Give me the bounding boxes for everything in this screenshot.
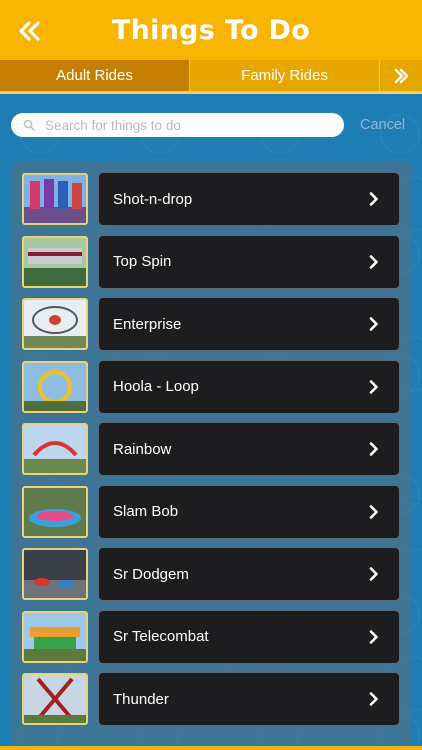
list-item: Top Spin: [22, 234, 400, 289]
ride-thumbnail: [22, 610, 88, 663]
ride-item-button[interactable]: Thunder: [98, 672, 400, 726]
tab-family-rides[interactable]: Family Rides: [190, 60, 380, 91]
ride-item-button[interactable]: Shot-n-drop: [98, 172, 400, 226]
back-button[interactable]: [14, 16, 44, 46]
ride-item-button[interactable]: Rainbow: [98, 422, 400, 476]
ride-item-button[interactable]: Top Spin: [98, 234, 400, 289]
list-item: Sr Dodgem: [22, 547, 400, 601]
list-item: Rainbow: [22, 422, 400, 476]
ride-item-button[interactable]: Slam Bob: [98, 484, 400, 539]
tab-adult-rides[interactable]: Adult Rides: [0, 60, 190, 91]
ride-thumbnail: [22, 485, 88, 538]
chevron-right-icon: [363, 317, 385, 331]
page-title: Things To Do: [111, 14, 311, 46]
cancel-button[interactable]: Cancel: [360, 117, 405, 133]
ride-thumbnail: [22, 235, 88, 288]
ride-item-label: Hoola - Loop: [113, 378, 199, 395]
ride-thumbnail: [22, 673, 88, 725]
tab-bar: Adult Rides Family Rides: [0, 60, 422, 91]
bottom-strip: [0, 746, 422, 750]
double-chevron-left-icon: [19, 21, 40, 41]
search-field[interactable]: [11, 113, 344, 137]
chevron-right-icon: [363, 629, 385, 644]
ride-item-label: Slam Bob: [113, 503, 179, 520]
ride-item-label: Enterprise: [113, 315, 182, 333]
ride-item-button[interactable]: Hoola - Loop: [98, 359, 400, 414]
chevron-right-icon: [363, 567, 385, 581]
ride-item-button[interactable]: Enterprise: [98, 297, 400, 351]
header-bar: Things To Do: [0, 0, 422, 60]
chevron-right-icon: [363, 254, 385, 269]
ride-item-label: Sr Dodgem: [113, 565, 189, 583]
ride-thumbnail: [22, 173, 88, 225]
chevron-right-icon: [363, 379, 385, 394]
list-item: Thunder: [22, 672, 400, 726]
search-bar: Cancel: [11, 113, 411, 137]
list-item: Hoola - Loop: [22, 359, 400, 414]
list-item: Sr Telecombat: [22, 609, 400, 664]
tabs-next-button[interactable]: [380, 60, 422, 91]
chevron-right-icon: [363, 442, 385, 456]
list-item: Shot-n-drop: [22, 172, 400, 226]
ride-thumbnail: [22, 360, 88, 413]
chevron-right-icon: [363, 504, 385, 519]
ride-thumbnail: [22, 298, 88, 350]
ride-thumbnail: [22, 423, 88, 475]
ride-item-label: Sr Telecombat: [113, 628, 209, 645]
ride-item-button[interactable]: Sr Telecombat: [98, 609, 400, 664]
search-input[interactable]: [45, 117, 344, 133]
ride-item-label: Top Spin: [113, 253, 172, 270]
ride-item-button[interactable]: Sr Dodgem: [98, 547, 400, 601]
chevron-right-icon: [363, 692, 385, 706]
ride-item-label: Thunder: [113, 690, 169, 708]
list-item: Enterprise: [22, 297, 400, 351]
list-item: Slam Bob: [22, 484, 400, 539]
ride-item-label: Shot-n-drop: [113, 190, 193, 208]
ride-thumbnail: [22, 548, 88, 600]
double-chevron-right-icon: [394, 68, 409, 83]
chevron-right-icon: [363, 192, 385, 206]
search-icon: [23, 119, 35, 131]
ride-item-label: Rainbow: [113, 440, 172, 458]
